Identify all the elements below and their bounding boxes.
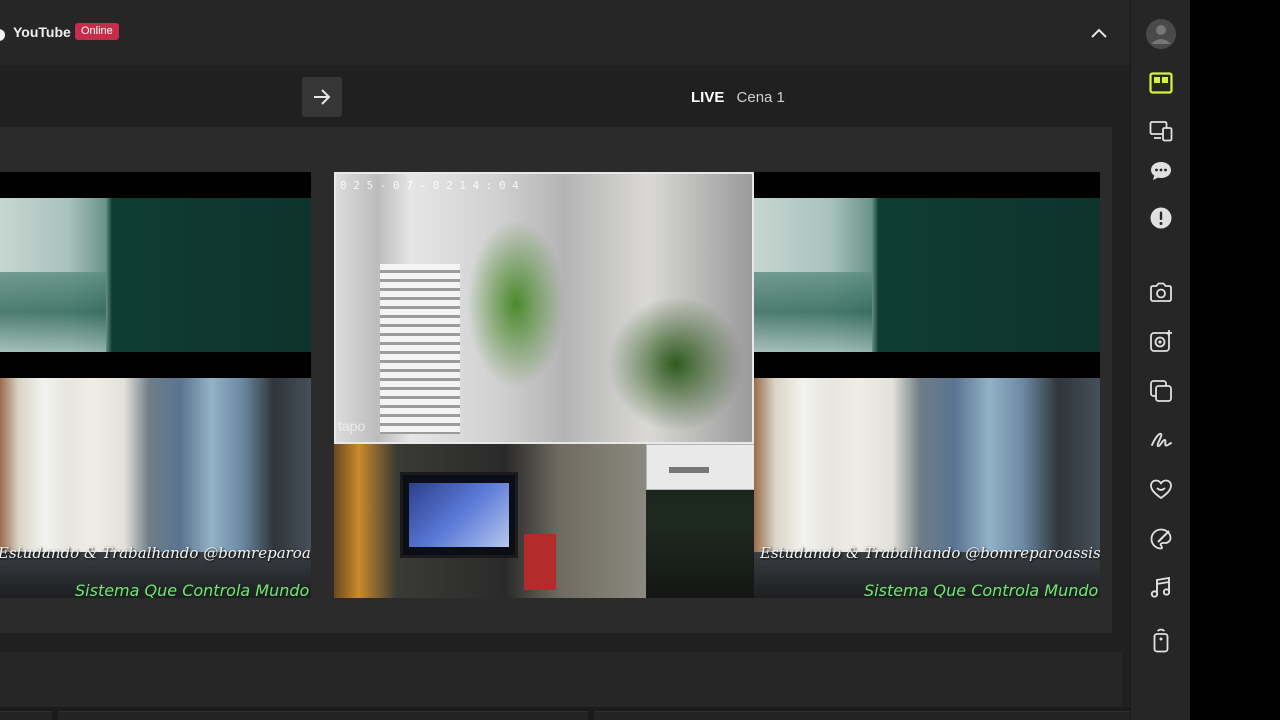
signature-button[interactable] [1144,423,1178,457]
alerts-button[interactable] [1144,201,1178,235]
camera-icon [1150,282,1172,302]
platform-logo-icon [0,29,5,41]
live-label: LIVE [691,89,725,106]
camera-timestamp: 0 2 5 - 0 7 - 0 2 1 4 : 0 4 [340,179,519,192]
platform-header: YouTube Online [0,0,1130,67]
studio-camera-feed [754,378,1100,598]
embedded-window [646,444,754,490]
screenshot-button[interactable] [1144,275,1178,309]
main-column: YouTube Online LIVE Cena 1 Estudando & T… [0,0,1130,720]
music-button[interactable] [1144,571,1178,605]
dock-strip [0,707,1130,720]
collapse-button[interactable] [1085,20,1113,46]
brush-icon [1150,528,1172,550]
window-camera-feed [0,198,311,352]
music-icon [1150,576,1171,598]
studio-camera-feed [0,378,311,598]
monitor-in-feed [400,472,518,558]
signature-icon [1151,432,1172,447]
window-camera-feed [754,198,1100,352]
replay-capture-icon [1150,330,1172,352]
scene-name: Cena 1 [736,89,785,106]
chat-button[interactable] [1144,154,1178,188]
heart-icon [1150,479,1172,500]
overlay-ticker: Sistema Que Controla Mundo [864,581,1099,598]
box-in-feed [524,534,556,590]
remote-icon [1153,628,1169,653]
devices-icon [1149,121,1173,142]
plant-camera-feed: 0 2 5 - 0 7 - 0 2 1 4 : 0 4 tapo [334,172,754,444]
layers-icon [1150,380,1172,402]
arrow-right-icon [314,89,331,105]
chat-icon [1151,162,1171,180]
camera-watermark: tapo [338,418,366,434]
overlay-caption: Estudando & Trabalhando @bomreparoassist… [760,544,1100,562]
layout-editor-button[interactable] [1144,66,1178,100]
devices-button[interactable] [1144,114,1178,148]
studio-app: YouTube Online LIVE Cena 1 Estudando & T… [0,0,1280,720]
remote-control-button[interactable] [1144,623,1178,657]
replay-button[interactable] [1144,324,1178,358]
alert-icon [1150,207,1172,229]
chevron-up-icon [1091,28,1107,38]
room-camera-feed [334,444,646,598]
live-scene-preview[interactable]: Estudando & Trabalhando @bomreparoassist… [754,172,1100,598]
support-button[interactable] [1144,472,1178,506]
bottom-panel [0,652,1122,707]
overlay-ticker: Sistema Que Controla Mundo [75,581,310,598]
right-sidebar [1130,0,1190,720]
live-scene-heading: LIVE Cena 1 [691,89,785,106]
transition-button[interactable] [302,77,342,117]
sources-button[interactable] [1144,374,1178,408]
status-badge: Online [75,23,119,40]
edit-scene-preview[interactable]: Estudando & Trabalhando @bomreparoassist… [0,172,311,598]
overlay-caption: Estudando & Trabalhando @bomreparoassist… [0,544,311,562]
themes-button[interactable] [1144,522,1178,556]
transition-preview[interactable]: 0 2 5 - 0 7 - 0 2 1 4 : 0 4 tapo [334,172,754,598]
platform-name: YouTube [13,24,71,40]
user-avatar-icon[interactable] [1146,19,1176,49]
layout-editor-icon [1149,72,1173,94]
